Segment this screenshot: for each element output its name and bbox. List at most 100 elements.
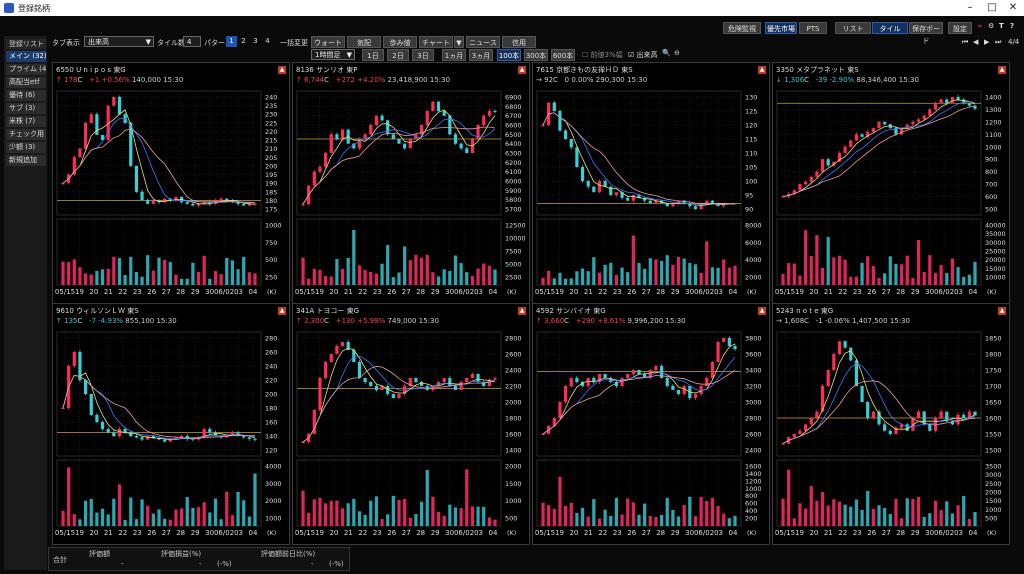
candle-body — [631, 370, 635, 374]
x-tick-label: 29 — [671, 529, 680, 537]
range-1m-button[interactable]: 1ヵ月 — [442, 49, 466, 61]
candle-body — [626, 197, 630, 201]
stock-tile[interactable]: 8136 サンリオ 東P ▲ ↑ 6,744C +272 +4.20% 23,418… — [292, 62, 530, 304]
x-tick-label: 22 — [838, 288, 847, 296]
volume-bar — [860, 509, 864, 526]
sidebar-item-new[interactable]: 新規追加 — [6, 155, 46, 166]
candlestick-chart[interactable]: 05/15 19 20 21 22 23 26 27 28 29 30 06/02 03 04 1850 18… — [773, 304, 1009, 544]
list-view-button[interactable]: リスト — [835, 22, 871, 34]
x-tick-label: 20 — [569, 529, 578, 537]
quote-button[interactable]: ウォート — [311, 36, 345, 48]
candle-body — [436, 101, 441, 111]
help-icon[interactable]: ? — [1010, 22, 1014, 30]
candlestick-chart[interactable]: 05/15 19 20 21 22 23 26 27 28 29 30 06/02 03 04 240235… — [53, 63, 289, 303]
candlestick-chart[interactable]: 05/15 19 20 21 22 23 26 27 28 29 30 06/02 03 04 2800 26… — [293, 304, 529, 544]
volume-bar — [956, 505, 960, 526]
candlestick-chart[interactable]: 05/15 19 20 21 22 23 26 27 28 29 30 06/02 03 04 3800 36… — [533, 304, 769, 544]
gear-icon[interactable]: ⚙ — [988, 22, 994, 30]
stock-tile[interactable]: 3350 メタプラネット 東S ▲ ↓ 1,306C -39 -2.90% 88,3… — [772, 62, 1010, 304]
margin-button[interactable]: 信用 — [502, 36, 536, 48]
save-board-button[interactable]: 保存ボード — [909, 22, 943, 45]
period-select[interactable]: 1時間足 ▼ — [311, 49, 355, 60]
range-2d-button[interactable]: 2日 — [387, 49, 409, 61]
candlestick-chart[interactable]: 05/15 19 20 21 22 23 26 27 28 29 30 06/02 03 04 280 260… — [53, 304, 289, 544]
volume-bar — [487, 265, 491, 285]
range-100-button[interactable]: 100本 — [497, 49, 521, 61]
tile-view-button[interactable]: タイル — [872, 22, 908, 34]
stock-tile[interactable]: 341A トヨコー 東G ▲ ↑ 2,300C +130 +5.99% 749,00… — [292, 303, 530, 545]
volume-bar — [380, 519, 384, 526]
chart-button[interactable]: チャート — [419, 36, 453, 48]
sidebar-item-us-stocks[interactable]: 米株 (7) — [6, 116, 46, 127]
sidebar-item-high-dividend[interactable]: 高配当etf — [6, 77, 46, 88]
pattern-button-2[interactable]: 2 — [238, 36, 249, 47]
tick-button[interactable]: 歩み値 — [383, 36, 417, 48]
danger-watch-button[interactable]: 危険監視 — [723, 22, 761, 34]
volume-bar — [894, 263, 898, 285]
news-button[interactable]: ニュース — [466, 36, 500, 48]
range-600-button[interactable]: 600本 — [551, 49, 575, 61]
candle-body — [442, 111, 446, 116]
next-page-icon[interactable]: ▶ — [984, 38, 989, 46]
volume-bar — [676, 256, 681, 285]
minimize-icon[interactable]: – — [960, 1, 980, 15]
sidebar-item-small[interactable]: 少額 (3) — [6, 142, 46, 153]
volume-bar — [408, 260, 412, 285]
range-3m-button[interactable]: 3ヵ月 — [469, 49, 493, 61]
candle-body — [323, 362, 328, 378]
volume-bar — [219, 274, 223, 285]
pattern-button-1[interactable]: 1 — [226, 36, 237, 47]
last-page-icon[interactable]: ⏭ — [995, 38, 1001, 47]
pattern-button-4[interactable]: 4 — [262, 36, 273, 47]
candlestick-chart[interactable]: 05/15 19 20 21 22 23 26 27 28 29 30 06/02 03 04 690068… — [293, 63, 529, 303]
zoom-in-icon[interactable]: 🔍 — [662, 49, 671, 57]
first-page-icon[interactable]: ⏮ — [962, 38, 968, 47]
sidebar-item-benefits[interactable]: 優待 (6) — [6, 90, 46, 101]
range-3d-button[interactable]: 3日 — [412, 49, 434, 61]
settings-button[interactable]: 設定 — [948, 22, 972, 34]
x-tick-label: 21 — [824, 288, 833, 296]
stock-tile[interactable]: 6550 U n i p o s 東G ▲ ↑ 178C +1 +0.56% 140… — [52, 62, 290, 304]
pattern-button-3[interactable]: 3 — [250, 36, 261, 47]
prev-3pct-checkbox[interactable]: ☐ 前値3%幅 — [582, 50, 623, 60]
range-300-button[interactable]: 300本 — [524, 49, 548, 61]
tile-count-select[interactable]: 4 — [183, 36, 201, 47]
stock-tile[interactable]: 7615 京都きもの友禅ＨＤ 東S ▲ → 92C 0 0.00% 290,300 … — [532, 62, 770, 304]
board-button[interactable]: 気配 — [347, 36, 381, 48]
priority-market-button[interactable]: 優先市場 — [765, 22, 797, 34]
candlestick-chart[interactable]: 05/15 19 20 21 22 23 26 27 28 29 30 06/02 03 04 130 125… — [533, 63, 769, 303]
candlestick-chart[interactable]: 05/15 19 20 21 22 23 26 27 28 29 30 06/02 03 04 1400 13… — [773, 63, 1009, 303]
volume-checkbox[interactable]: ☑ 出来高 — [628, 50, 658, 60]
stock-tile[interactable]: 5243 n o t e 東G ▲ → 1,608C -1 -0.06% 1,407… — [772, 303, 1010, 545]
volume-bar — [693, 516, 698, 526]
text-icon[interactable]: T — [999, 22, 1004, 30]
range-1d-button[interactable]: 1日 — [362, 49, 384, 61]
candle-body — [493, 378, 497, 380]
sidebar-item-main[interactable]: メイン (32) — [6, 51, 46, 62]
stock-tile[interactable]: 9610 ウィルソンＬＷ 東S ▲ ↑ 135C -7 -4.93% 855,100… — [52, 303, 290, 545]
x-tick-label: 26 — [867, 529, 876, 537]
volume-bar — [89, 274, 93, 285]
y-tick-label: 140 — [265, 433, 277, 441]
volume-bar — [363, 269, 367, 285]
volume-bar — [230, 515, 235, 526]
maximize-icon[interactable]: □ — [982, 1, 1002, 15]
link-icon[interactable]: ∞ — [977, 22, 983, 30]
prev-page-icon[interactable]: ◀ — [973, 38, 978, 46]
sidebar-item-sub[interactable]: サブ (3) — [6, 103, 46, 114]
zoom-out-icon[interactable]: ⊖ — [674, 49, 680, 57]
sidebar-item-prime[interactable]: プライム (4) — [6, 64, 46, 75]
sidebar-item-check[interactable]: チェック用 ( — [6, 129, 46, 140]
tab-display-select[interactable]: 出来高 ▼ — [84, 36, 154, 47]
candle-body — [967, 103, 971, 106]
volume-bar — [820, 268, 825, 285]
stock-tile[interactable]: 4592 サンバイオ 東G ▲ ↑ 3,660C +290 +8.61% 9,996… — [532, 303, 770, 545]
x-tick-label: 29 — [431, 288, 440, 296]
y-tick-label: 3400 — [745, 367, 762, 375]
pts-button[interactable]: PTS — [799, 22, 827, 34]
chart-dropdown-icon[interactable]: ▼ — [454, 36, 464, 48]
candle-body — [614, 192, 619, 195]
close-icon[interactable]: ✕ — [1003, 1, 1023, 15]
volume-bar — [253, 473, 257, 526]
y-tick-label: 5800 — [505, 196, 522, 204]
